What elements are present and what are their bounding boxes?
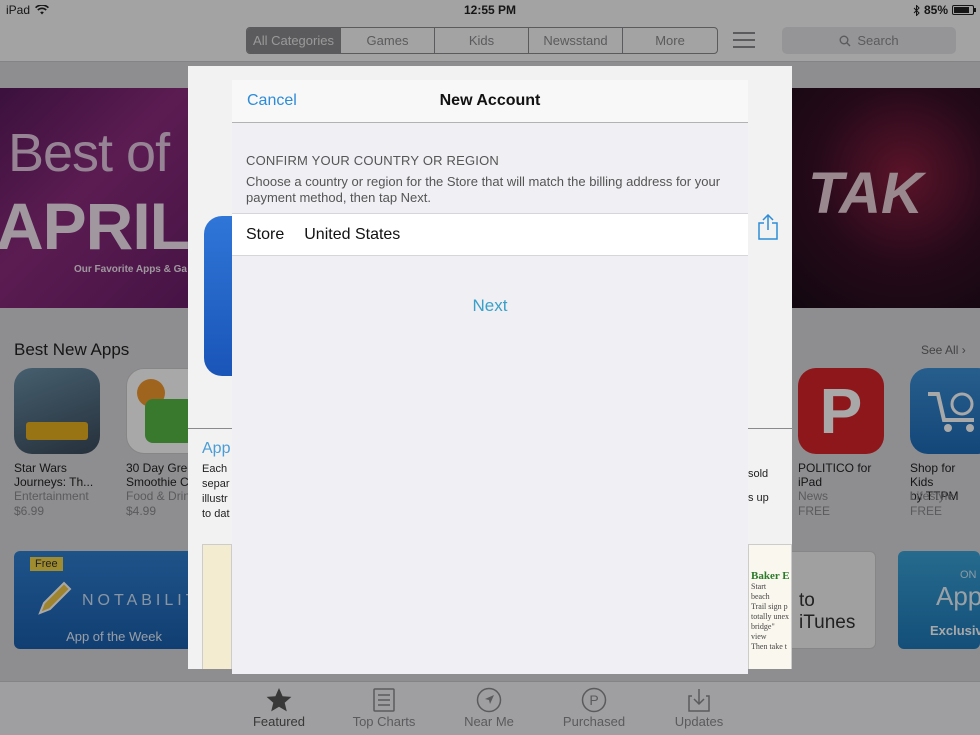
store-country-value[interactable]: United States (304, 226, 400, 244)
store-country-row[interactable]: Store United States (232, 213, 748, 256)
sheet-title: New Account (439, 92, 541, 109)
sheet-nav-bar: Cancel New Account (232, 80, 748, 123)
next-button[interactable]: Next (232, 296, 748, 316)
app-detail-right-text: sold s up (748, 468, 769, 504)
new-account-sheet: Cancel New Account CONFIRM YOUR COUNTRY … (232, 80, 748, 674)
share-icon[interactable] (757, 214, 779, 240)
app-detail-link[interactable]: App (202, 440, 230, 458)
store-label: Store (246, 225, 285, 243)
screenshot-title: Baker E (751, 570, 790, 582)
screenshot-thumbnail-right[interactable]: Baker E Start beach Trail sign p totally… (748, 544, 792, 669)
screenshot-thumbnail-left[interactable] (202, 544, 232, 669)
section-explanation: Choose a country or region for the Store… (246, 174, 721, 205)
section-heading: CONFIRM YOUR COUNTRY OR REGION (246, 153, 500, 168)
